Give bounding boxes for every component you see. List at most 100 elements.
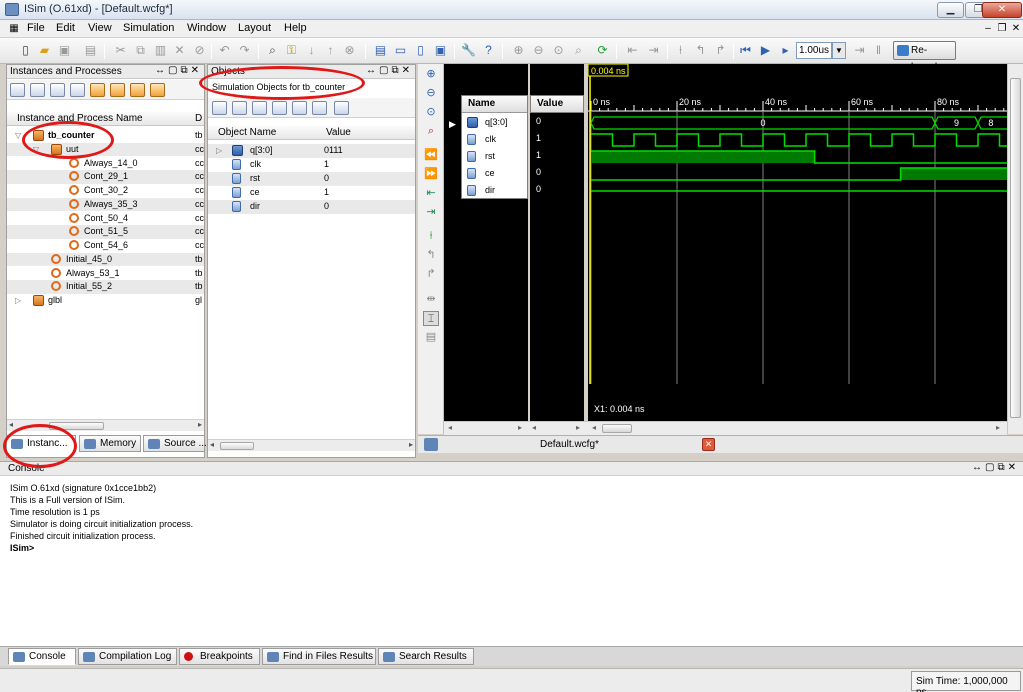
menu-view[interactable]: View [88, 22, 112, 34]
view-icon-8[interactable] [150, 83, 165, 97]
cascade-icon[interactable]: ▤ [372, 42, 389, 59]
undo-icon[interactable]: ↶ [216, 42, 233, 59]
swap-cursors-icon[interactable]: ⇹ [423, 292, 439, 307]
tile-horizontal-icon[interactable]: ▭ [392, 42, 409, 59]
save-icon[interactable]: ▣ [56, 42, 73, 59]
menu-help[interactable]: Help [284, 22, 307, 34]
tab-memory[interactable]: Memory [79, 435, 141, 452]
expand-toggle-icon[interactable]: ▷ [15, 294, 21, 307]
run-time-input[interactable]: 1.00us [796, 42, 832, 59]
wrench-icon[interactable]: 🔧 [460, 42, 477, 59]
zoom-out-icon[interactable]: ⊖ [530, 42, 547, 59]
new-file-icon[interactable]: ▯ [17, 42, 34, 59]
add-marker-icon[interactable]: ⍿ [423, 229, 439, 244]
object-row[interactable]: rst 0 [208, 172, 415, 186]
tree-row[interactable]: Always_14_0 cc [7, 157, 204, 171]
wave-signal-row[interactable]: dir [462, 182, 527, 199]
object-row[interactable]: clk 1 [208, 158, 415, 172]
snap-icon[interactable]: ⌶ [423, 311, 439, 326]
wave-vscroll[interactable] [1007, 64, 1023, 434]
next-marker-icon[interactable]: ↱ [712, 42, 729, 59]
col-object-name[interactable]: Object Name [218, 127, 276, 138]
restart-icon[interactable]: ⏮ [737, 42, 754, 59]
zoom-cursor-icon[interactable]: ⌕ [423, 124, 439, 139]
layout-icon[interactable]: ▣ [432, 42, 449, 59]
zoom-cursor-icon[interactable]: ⌕ [570, 42, 587, 59]
tab-console[interactable]: Console [8, 648, 76, 665]
paste-icon[interactable]: ▥ [152, 42, 169, 59]
mdi-close-icon[interactable]: ✕ [1008, 22, 1023, 36]
object-row[interactable]: ce 1 [208, 186, 415, 200]
tab-source[interactable]: Source ... [143, 435, 207, 452]
close-tab-icon[interactable]: ✕ [702, 438, 715, 451]
tab-find-in-files[interactable]: Find in Files Results [262, 648, 376, 665]
find-icon[interactable]: ⌕ [264, 42, 281, 59]
view-icon-2[interactable] [30, 83, 45, 97]
tab-breakpoints[interactable]: Breakpoints [179, 648, 260, 665]
waveform-canvas[interactable]: 0 ns 20 ns 40 ns 60 ns 80 ns 0.004 ns 0 9 8 [588, 64, 1007, 421]
filter-icon-5[interactable] [292, 101, 307, 115]
zoom-out-icon[interactable]: ⊖ [423, 86, 439, 101]
prev-marker-icon[interactable]: ↰ [423, 248, 439, 263]
settings-icon[interactable] [334, 101, 349, 115]
wave-hscroll[interactable]: ◂ ▸ ◂ ▸ ◂ ▸ [444, 421, 1007, 435]
down-arrow-icon[interactable]: ↓ [303, 42, 320, 59]
stop-icon[interactable]: ⊘ [191, 42, 208, 59]
objects-panel-controls[interactable]: ↔▢⧉✕ [366, 65, 413, 76]
menu-file[interactable]: File [27, 22, 45, 34]
add-marker-icon[interactable]: ⍿ [672, 42, 689, 59]
minimize-button[interactable]: ▁ [937, 2, 964, 18]
step-icon[interactable]: ⇥ [851, 42, 868, 59]
expand-toggle-icon[interactable]: ▷ [216, 144, 222, 157]
menu-edit[interactable]: Edit [56, 22, 75, 34]
filter-icon-6[interactable] [312, 101, 327, 115]
tree-row[interactable]: Cont_30_2 cc [7, 184, 204, 198]
filter-icon-3[interactable] [252, 101, 267, 115]
next-transition-icon[interactable]: ⇥ [423, 205, 439, 220]
tree-row[interactable]: ▷ glbl gl [7, 294, 204, 308]
prev-transition-icon[interactable]: ⇤ [624, 42, 641, 59]
tile-vertical-icon[interactable]: ▯ [412, 42, 429, 59]
tree-row[interactable]: Cont_51_5 cc [7, 225, 204, 239]
redo-icon[interactable]: ↷ [236, 42, 253, 59]
cut-icon[interactable]: ✂ [112, 42, 129, 59]
tree-row[interactable]: Cont_54_6 cc [7, 239, 204, 253]
tree-row[interactable]: Always_35_3 cc [7, 197, 204, 212]
zoom-in-icon[interactable]: ⊕ [510, 42, 527, 59]
break-icon[interactable]: ‖ [870, 42, 887, 59]
up-arrow-icon[interactable]: ↑ [322, 42, 339, 59]
open-folder-icon[interactable]: ▰ [36, 42, 53, 59]
panel-controls[interactable]: ↔▢⧉✕ [155, 65, 202, 76]
view-icon-3[interactable] [50, 83, 65, 97]
grid-icon[interactable]: ▤ [423, 330, 439, 345]
next-marker-icon[interactable]: ↱ [423, 267, 439, 282]
tab-compilation-log[interactable]: Compilation Log [78, 648, 177, 665]
tree-row[interactable]: Always_53_1 tb [7, 267, 204, 281]
wave-signal-row[interactable]: ce [462, 165, 527, 182]
tree-row[interactable]: Cont_29_1 cc [7, 170, 204, 184]
find-in-files-icon[interactable]: ⚿ [283, 42, 300, 59]
waveform-viewer[interactable]: Name q[3:0] clk rst ce dir Value 0 1 1 0 0 ▶ 0 n… [444, 64, 1007, 435]
prev-transition-icon[interactable]: ⇤ [423, 186, 439, 201]
menu-layout[interactable]: Layout [238, 22, 271, 34]
console-prompt[interactable]: ISim> [10, 543, 34, 553]
prev-marker-icon[interactable]: ↰ [692, 42, 709, 59]
function-icon[interactable] [110, 83, 125, 97]
object-row[interactable]: ▷ q[3:0] 0111 [208, 144, 415, 158]
wave-signal-row[interactable]: q[3:0] [462, 114, 527, 131]
next-transition-icon[interactable]: ⇥ [645, 42, 662, 59]
run-all-icon[interactable]: ▶ [757, 42, 774, 59]
doc-tab-default-wcfg[interactable]: Default.wcfg* [540, 439, 599, 450]
run-for-time-icon[interactable]: ▸ [777, 42, 794, 59]
wave-signal-row[interactable]: rst [462, 148, 527, 165]
zoom-fit-icon[interactable]: ⊙ [550, 42, 567, 59]
go-last-icon[interactable]: ⏩ [423, 167, 439, 182]
copy-icon[interactable]: ⧉ [132, 42, 149, 59]
go-first-icon[interactable]: ⏪ [423, 148, 439, 163]
tree-row[interactable]: Initial_45_0 tb [7, 252, 204, 267]
zoom-in-icon[interactable]: ⊕ [423, 67, 439, 82]
relaunch-button[interactable]: Re-launch [893, 41, 956, 73]
print-icon[interactable]: ▤ [82, 42, 99, 59]
menu-simulation[interactable]: Simulation [123, 22, 174, 34]
filter-icon-2[interactable] [232, 101, 247, 115]
